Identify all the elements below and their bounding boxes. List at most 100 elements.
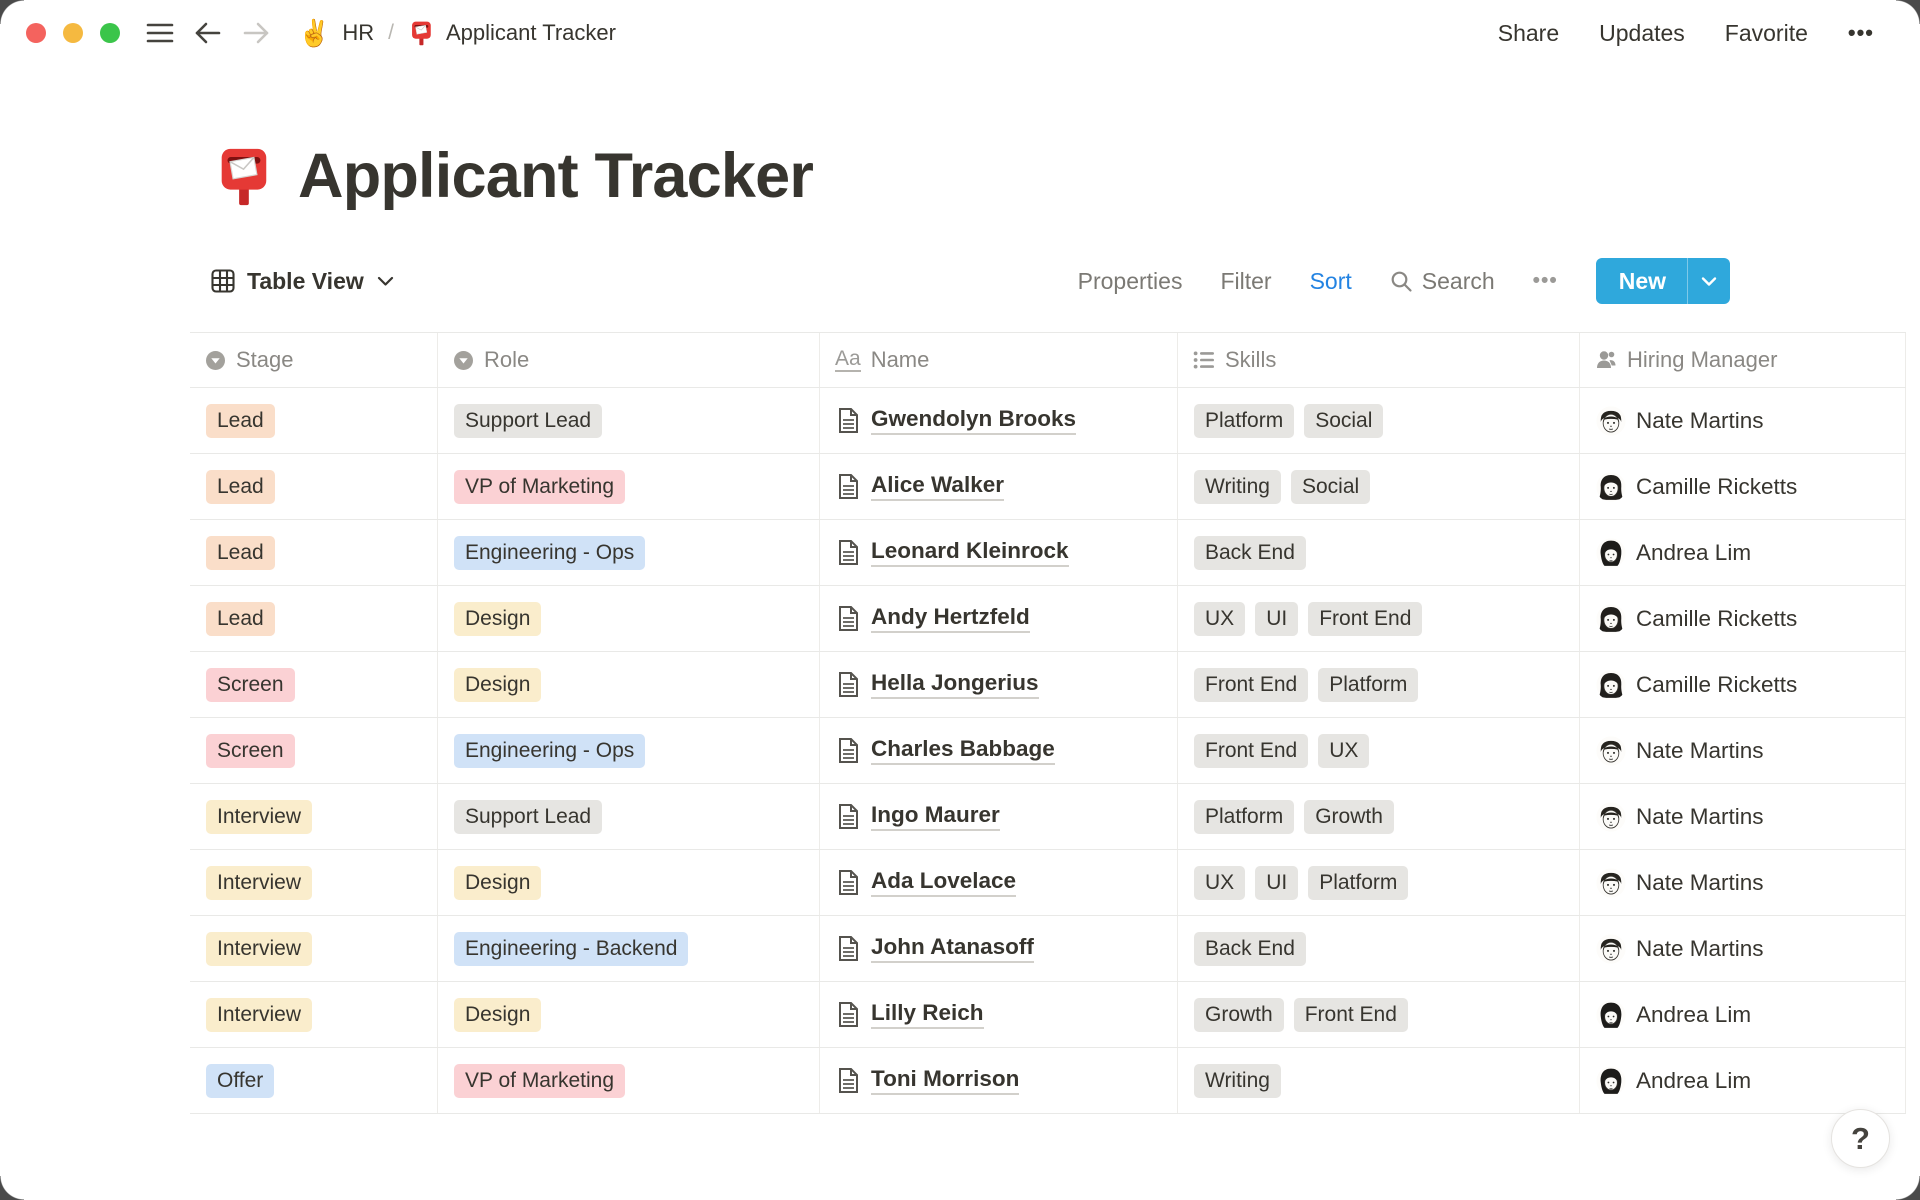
cell-skills[interactable]: UX UI Platform [1178, 850, 1580, 916]
column-header-stage[interactable]: Stage [190, 333, 438, 388]
favorite-button[interactable]: Favorite [1725, 20, 1808, 47]
cell-hiring-manager[interactable]: Nate Martins [1580, 850, 1906, 916]
cell-hiring-manager[interactable]: Andrea Lim [1580, 520, 1906, 586]
cell-skills[interactable]: Back End [1178, 916, 1580, 982]
cell-skills[interactable]: Growth Front End [1178, 982, 1580, 1048]
new-dropdown-button[interactable] [1687, 258, 1730, 305]
cell-name[interactable]: Alice Walker [820, 454, 1178, 520]
cell-role[interactable]: Support Lead [438, 784, 820, 850]
cell-stage[interactable]: Lead [190, 586, 438, 652]
cell-role[interactable]: Engineering - Ops [438, 718, 820, 784]
view-more-button[interactable]: ••• [1533, 269, 1558, 293]
cell-role[interactable]: Design [438, 850, 820, 916]
cell-hiring-manager[interactable]: Nate Martins [1580, 388, 1906, 454]
cell-stage[interactable]: Interview [190, 982, 438, 1048]
cell-skills[interactable]: UX UI Front End [1178, 586, 1580, 652]
column-header-name[interactable]: Aa Name [820, 333, 1178, 388]
properties-button[interactable]: Properties [1078, 268, 1183, 295]
cell-stage[interactable]: Lead [190, 388, 438, 454]
help-button[interactable]: ? [1831, 1109, 1890, 1168]
cell-skills[interactable]: Writing Social [1178, 454, 1580, 520]
cell-stage[interactable]: Interview [190, 916, 438, 982]
column-header-skills[interactable]: Skills [1178, 333, 1580, 388]
view-switcher[interactable]: Table View [210, 268, 394, 295]
breadcrumb-page[interactable]: Applicant Tracker [446, 20, 616, 46]
forward-button[interactable] [242, 21, 270, 45]
cell-name[interactable]: Leonard Kleinrock [820, 520, 1178, 586]
cell-name[interactable]: John Atanasoff [820, 916, 1178, 982]
column-header-hiring-manager[interactable]: Hiring Manager [1580, 333, 1906, 388]
page-title[interactable]: Applicant Tracker [298, 140, 814, 212]
cell-skills[interactable]: Front End UX [1178, 718, 1580, 784]
applicant-page-link[interactable]: Ingo Maurer [871, 802, 1000, 832]
cell-name[interactable]: Gwendolyn Brooks [820, 388, 1178, 454]
column-label: Skills [1225, 347, 1277, 373]
cell-hiring-manager[interactable]: Nate Martins [1580, 784, 1906, 850]
minimize-window-button[interactable] [63, 23, 83, 43]
applicant-page-link[interactable]: John Atanasoff [871, 934, 1034, 964]
cell-role[interactable]: Design [438, 652, 820, 718]
cell-hiring-manager[interactable]: Camille Ricketts [1580, 586, 1906, 652]
applicant-page-link[interactable]: Alice Walker [871, 472, 1004, 502]
cell-hiring-manager[interactable]: Andrea Lim [1580, 1048, 1906, 1114]
cell-skills[interactable]: Platform Growth [1178, 784, 1580, 850]
column-header-role[interactable]: Role [438, 333, 820, 388]
cell-name[interactable]: Ingo Maurer [820, 784, 1178, 850]
cell-skills[interactable]: Front End Platform [1178, 652, 1580, 718]
cell-name[interactable]: Hella Jongerius [820, 652, 1178, 718]
cell-stage[interactable]: Screen [190, 652, 438, 718]
cell-stage[interactable]: Lead [190, 454, 438, 520]
cell-role[interactable]: VP of Marketing [438, 1048, 820, 1114]
cell-skills[interactable]: Back End [1178, 520, 1580, 586]
cell-skills[interactable]: Platform Social [1178, 388, 1580, 454]
cell-name[interactable]: Toni Morrison [820, 1048, 1178, 1114]
sort-button[interactable]: Sort [1310, 268, 1352, 295]
cell-role[interactable]: Engineering - Backend [438, 916, 820, 982]
text-icon: Aa [835, 348, 861, 373]
cell-skills[interactable]: Writing [1178, 1048, 1580, 1114]
search-button[interactable]: Search [1390, 268, 1495, 295]
applicant-page-link[interactable]: Andy Hertzfeld [871, 604, 1030, 634]
cell-name[interactable]: Ada Lovelace [820, 850, 1178, 916]
new-row-button[interactable]: New [1595, 258, 1730, 305]
cell-stage[interactable]: Offer [190, 1048, 438, 1114]
list-icon [1193, 350, 1215, 370]
cell-hiring-manager[interactable]: Camille Ricketts [1580, 454, 1906, 520]
toolbar-actions: Properties Filter Sort Search ••• New [1078, 258, 1730, 305]
close-window-button[interactable] [26, 23, 46, 43]
cell-role[interactable]: Engineering - Ops [438, 520, 820, 586]
applicant-page-link[interactable]: Lilly Reich [871, 1000, 984, 1030]
cell-hiring-manager[interactable]: Andrea Lim [1580, 982, 1906, 1048]
cell-hiring-manager[interactable]: Camille Ricketts [1580, 652, 1906, 718]
postbox-icon[interactable] [212, 145, 274, 207]
zoom-window-button[interactable] [100, 23, 120, 43]
cell-hiring-manager[interactable]: Nate Martins [1580, 718, 1906, 784]
updates-button[interactable]: Updates [1599, 20, 1685, 47]
person-icon [1595, 349, 1617, 371]
applicant-page-link[interactable]: Leonard Kleinrock [871, 538, 1069, 568]
filter-button[interactable]: Filter [1220, 268, 1271, 295]
share-button[interactable]: Share [1498, 20, 1559, 47]
cell-role[interactable]: Support Lead [438, 388, 820, 454]
applicant-page-link[interactable]: Hella Jongerius [871, 670, 1039, 700]
applicant-page-link[interactable]: Gwendolyn Brooks [871, 406, 1077, 436]
applicant-page-link[interactable]: Toni Morrison [871, 1066, 1020, 1096]
cell-name[interactable]: Andy Hertzfeld [820, 586, 1178, 652]
cell-hiring-manager[interactable]: Nate Martins [1580, 916, 1906, 982]
sidebar-menu-button[interactable] [146, 21, 174, 45]
cell-stage[interactable]: Screen [190, 718, 438, 784]
applicant-page-link[interactable]: Ada Lovelace [871, 868, 1017, 898]
cell-role[interactable]: Design [438, 982, 820, 1048]
back-button[interactable] [194, 21, 222, 45]
cell-name[interactable]: Charles Babbage [820, 718, 1178, 784]
applicant-page-link[interactable]: Charles Babbage [871, 736, 1055, 766]
cell-stage[interactable]: Interview [190, 784, 438, 850]
cell-stage[interactable]: Interview [190, 850, 438, 916]
more-options-button[interactable]: ••• [1848, 20, 1874, 46]
breadcrumb-workspace[interactable]: HR [342, 20, 374, 46]
cell-stage[interactable]: Lead [190, 520, 438, 586]
new-button-label[interactable]: New [1596, 258, 1687, 304]
cell-name[interactable]: Lilly Reich [820, 982, 1178, 1048]
cell-role[interactable]: VP of Marketing [438, 454, 820, 520]
cell-role[interactable]: Design [438, 586, 820, 652]
